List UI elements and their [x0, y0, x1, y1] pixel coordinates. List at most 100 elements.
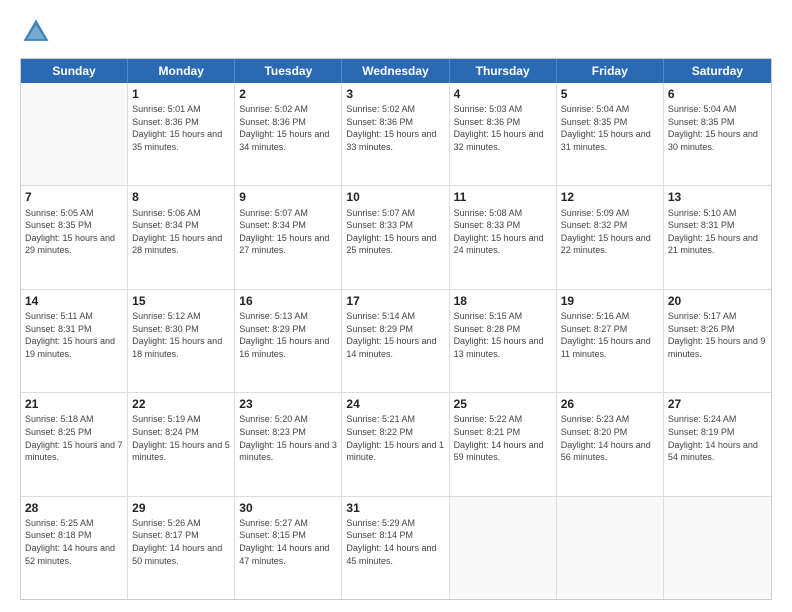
calendar-cell: 19Sunrise: 5:16 AMSunset: 8:27 PMDayligh… [557, 290, 664, 392]
calendar-cell: 7 Sunrise: 5:05 AMSunset: 8:35 PMDaylight… [21, 186, 128, 288]
calendar-cell: 8 Sunrise: 5:06 AMSunset: 8:34 PMDaylight… [128, 186, 235, 288]
day-number: 2 [239, 86, 337, 102]
day-number: 25 [454, 396, 552, 412]
sun-info: Sunrise: 5:07 AMSunset: 8:33 PMDaylight:… [346, 207, 444, 257]
calendar-cell: 24Sunrise: 5:21 AMSunset: 8:22 PMDayligh… [342, 393, 449, 495]
day-number: 4 [454, 86, 552, 102]
calendar-cell: 22Sunrise: 5:19 AMSunset: 8:24 PMDayligh… [128, 393, 235, 495]
sun-info: Sunrise: 5:20 AMSunset: 8:23 PMDaylight:… [239, 413, 337, 463]
page: SundayMondayTuesdayWednesdayThursdayFrid… [0, 0, 792, 612]
day-number: 27 [668, 396, 767, 412]
day-number: 16 [239, 293, 337, 309]
day-number: 13 [668, 189, 767, 205]
sun-info: Sunrise: 5:12 AMSunset: 8:30 PMDaylight:… [132, 310, 230, 360]
weekday-header: Tuesday [235, 59, 342, 83]
weekday-header: Friday [557, 59, 664, 83]
sun-info: Sunrise: 5:05 AMSunset: 8:35 PMDaylight:… [25, 207, 123, 257]
calendar-cell: 27Sunrise: 5:24 AMSunset: 8:19 PMDayligh… [664, 393, 771, 495]
calendar-cell: 13 Sunrise: 5:10 AMSunset: 8:31 PMDayligh… [664, 186, 771, 288]
sun-info: Sunrise: 5:15 AMSunset: 8:28 PMDaylight:… [454, 310, 552, 360]
calendar: SundayMondayTuesdayWednesdayThursdayFrid… [20, 58, 772, 600]
sun-info: Sunrise: 5:11 AMSunset: 8:31 PMDaylight:… [25, 310, 123, 360]
weekday-header: Sunday [21, 59, 128, 83]
day-number: 31 [346, 500, 444, 516]
sun-info: Sunrise: 5:27 AMSunset: 8:15 PMDaylight:… [239, 517, 337, 567]
day-number: 21 [25, 396, 123, 412]
calendar-cell: 21Sunrise: 5:18 AMSunset: 8:25 PMDayligh… [21, 393, 128, 495]
day-number: 28 [25, 500, 123, 516]
day-number: 9 [239, 189, 337, 205]
day-number: 10 [346, 189, 444, 205]
calendar-week: 21Sunrise: 5:18 AMSunset: 8:25 PMDayligh… [21, 393, 771, 496]
day-number: 19 [561, 293, 659, 309]
sun-info: Sunrise: 5:04 AMSunset: 8:35 PMDaylight:… [668, 103, 767, 153]
sun-info: Sunrise: 5:25 AMSunset: 8:18 PMDaylight:… [25, 517, 123, 567]
day-number: 29 [132, 500, 230, 516]
calendar-cell: 25Sunrise: 5:22 AMSunset: 8:21 PMDayligh… [450, 393, 557, 495]
day-number: 12 [561, 189, 659, 205]
calendar-body: 1Sunrise: 5:01 AMSunset: 8:36 PMDaylight… [21, 83, 771, 599]
calendar-cell: 26Sunrise: 5:23 AMSunset: 8:20 PMDayligh… [557, 393, 664, 495]
calendar-cell: 9 Sunrise: 5:07 AMSunset: 8:34 PMDaylight… [235, 186, 342, 288]
sun-info: Sunrise: 5:23 AMSunset: 8:20 PMDaylight:… [561, 413, 659, 463]
day-number: 6 [668, 86, 767, 102]
calendar-cell: 16Sunrise: 5:13 AMSunset: 8:29 PMDayligh… [235, 290, 342, 392]
calendar-cell: 17Sunrise: 5:14 AMSunset: 8:29 PMDayligh… [342, 290, 449, 392]
day-number: 1 [132, 86, 230, 102]
calendar-cell: 10 Sunrise: 5:07 AMSunset: 8:33 PMDayligh… [342, 186, 449, 288]
calendar-cell: 30Sunrise: 5:27 AMSunset: 8:15 PMDayligh… [235, 497, 342, 599]
calendar-week: 7 Sunrise: 5:05 AMSunset: 8:35 PMDaylight… [21, 186, 771, 289]
sun-info: Sunrise: 5:02 AMSunset: 8:36 PMDaylight:… [239, 103, 337, 153]
day-number: 7 [25, 189, 123, 205]
day-number: 30 [239, 500, 337, 516]
calendar-cell: 1Sunrise: 5:01 AMSunset: 8:36 PMDaylight… [128, 83, 235, 185]
day-number: 24 [346, 396, 444, 412]
calendar-week: 1Sunrise: 5:01 AMSunset: 8:36 PMDaylight… [21, 83, 771, 186]
calendar-cell: 31Sunrise: 5:29 AMSunset: 8:14 PMDayligh… [342, 497, 449, 599]
sun-info: Sunrise: 5:03 AMSunset: 8:36 PMDaylight:… [454, 103, 552, 153]
calendar-cell: 28Sunrise: 5:25 AMSunset: 8:18 PMDayligh… [21, 497, 128, 599]
sun-info: Sunrise: 5:29 AMSunset: 8:14 PMDaylight:… [346, 517, 444, 567]
sun-info: Sunrise: 5:14 AMSunset: 8:29 PMDaylight:… [346, 310, 444, 360]
calendar-header: SundayMondayTuesdayWednesdayThursdayFrid… [21, 59, 771, 83]
day-number: 15 [132, 293, 230, 309]
calendar-cell: 2Sunrise: 5:02 AMSunset: 8:36 PMDaylight… [235, 83, 342, 185]
day-number: 18 [454, 293, 552, 309]
calendar-cell: 14Sunrise: 5:11 AMSunset: 8:31 PMDayligh… [21, 290, 128, 392]
calendar-cell [557, 497, 664, 599]
logo-icon [20, 16, 52, 48]
day-number: 22 [132, 396, 230, 412]
calendar-cell: 12Sunrise: 5:09 AMSunset: 8:32 PMDayligh… [557, 186, 664, 288]
logo [20, 16, 56, 48]
calendar-cell: 11 Sunrise: 5:08 AMSunset: 8:33 PMDayligh… [450, 186, 557, 288]
day-number: 3 [346, 86, 444, 102]
sun-info: Sunrise: 5:16 AMSunset: 8:27 PMDaylight:… [561, 310, 659, 360]
calendar-week: 28Sunrise: 5:25 AMSunset: 8:18 PMDayligh… [21, 497, 771, 599]
day-number: 8 [132, 189, 230, 205]
calendar-cell: 3Sunrise: 5:02 AMSunset: 8:36 PMDaylight… [342, 83, 449, 185]
weekday-header: Monday [128, 59, 235, 83]
day-number: 23 [239, 396, 337, 412]
weekday-header: Wednesday [342, 59, 449, 83]
sun-info: Sunrise: 5:13 AMSunset: 8:29 PMDaylight:… [239, 310, 337, 360]
day-number: 11 [454, 189, 552, 205]
sun-info: Sunrise: 5:21 AMSunset: 8:22 PMDaylight:… [346, 413, 444, 463]
sun-info: Sunrise: 5:06 AMSunset: 8:34 PMDaylight:… [132, 207, 230, 257]
day-number: 17 [346, 293, 444, 309]
calendar-cell: 20Sunrise: 5:17 AMSunset: 8:26 PMDayligh… [664, 290, 771, 392]
calendar-cell: 5Sunrise: 5:04 AMSunset: 8:35 PMDaylight… [557, 83, 664, 185]
day-number: 20 [668, 293, 767, 309]
calendar-cell [21, 83, 128, 185]
sun-info: Sunrise: 5:26 AMSunset: 8:17 PMDaylight:… [132, 517, 230, 567]
sun-info: Sunrise: 5:04 AMSunset: 8:35 PMDaylight:… [561, 103, 659, 153]
calendar-cell: 29Sunrise: 5:26 AMSunset: 8:17 PMDayligh… [128, 497, 235, 599]
sun-info: Sunrise: 5:19 AMSunset: 8:24 PMDaylight:… [132, 413, 230, 463]
sun-info: Sunrise: 5:17 AMSunset: 8:26 PMDaylight:… [668, 310, 767, 360]
day-number: 14 [25, 293, 123, 309]
sun-info: Sunrise: 5:07 AMSunset: 8:34 PMDaylight:… [239, 207, 337, 257]
calendar-cell: 6Sunrise: 5:04 AMSunset: 8:35 PMDaylight… [664, 83, 771, 185]
sun-info: Sunrise: 5:08 AMSunset: 8:33 PMDaylight:… [454, 207, 552, 257]
calendar-cell: 18Sunrise: 5:15 AMSunset: 8:28 PMDayligh… [450, 290, 557, 392]
calendar-week: 14Sunrise: 5:11 AMSunset: 8:31 PMDayligh… [21, 290, 771, 393]
sun-info: Sunrise: 5:10 AMSunset: 8:31 PMDaylight:… [668, 207, 767, 257]
